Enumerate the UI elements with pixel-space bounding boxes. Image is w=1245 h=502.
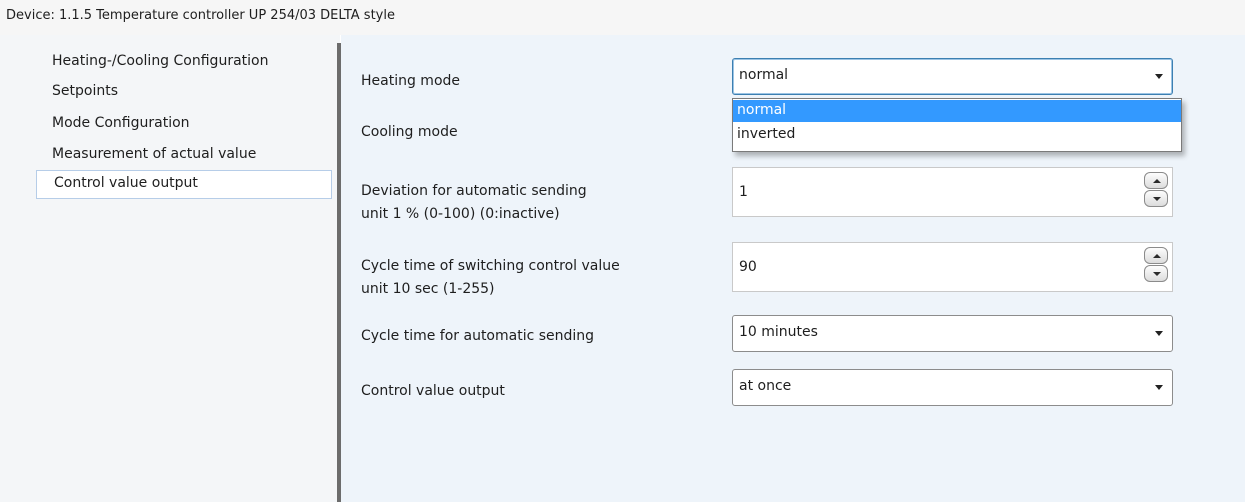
sidebar-item-measurement-of-actual-value[interactable]: Measurement of actual value [36,142,332,171]
control-value-output-select[interactable]: at once [732,369,1173,406]
cycle-switching-label-line1: Cycle time of switching control value [361,258,620,274]
spin-up-icon[interactable] [1144,172,1168,189]
sidebar-item-mode-configuration[interactable]: Mode Configuration [36,111,332,140]
deviation-spinbox[interactable]: 1 [732,167,1173,217]
control-value-output-label: Control value output [361,383,505,399]
deviation-label-line2: unit 1 % (0-100) (0:inactive) [361,206,560,222]
cooling-mode-label: Cooling mode [361,124,458,140]
heating-mode-value: normal [739,67,789,83]
sidebar-item-setpoints[interactable]: Setpoints [36,79,332,108]
dropdown-option-normal[interactable]: normal [733,100,1181,122]
deviation-label-line1: Deviation for automatic sending [361,183,587,199]
window-title: Device: 1.1.5 Temperature controller UP … [0,0,1245,35]
spin-down-icon[interactable] [1144,190,1168,207]
spin-up-icon[interactable] [1144,247,1168,264]
heating-mode-dropdown-list: normal inverted [732,98,1182,152]
cycle-switching-spinbox[interactable]: 90 [732,242,1173,292]
sidebar-item-heating-cooling-configuration[interactable]: Heating-/Cooling Configuration [36,49,332,78]
chevron-down-icon [1155,385,1163,390]
chevron-down-icon [1155,74,1163,79]
cycle-auto-send-select[interactable]: 10 minutes [732,315,1173,352]
control-value-output-value: at once [739,378,792,394]
cycle-auto-send-label: Cycle time for automatic sending [361,328,595,344]
chevron-down-icon [1155,331,1163,336]
cycle-auto-send-value: 10 minutes [739,324,818,340]
heating-mode-label: Heating mode [361,73,461,89]
deviation-value: 1 [739,184,748,200]
cycle-switching-value: 90 [739,259,757,275]
heating-mode-select[interactable]: normal [732,58,1173,95]
spin-down-icon[interactable] [1144,265,1168,282]
cycle-switching-label-line2: unit 10 sec (1-255) [361,281,495,297]
dropdown-option-inverted[interactable]: inverted [733,124,1181,146]
sidebar-item-control-value-output[interactable]: Control value output [36,170,332,199]
